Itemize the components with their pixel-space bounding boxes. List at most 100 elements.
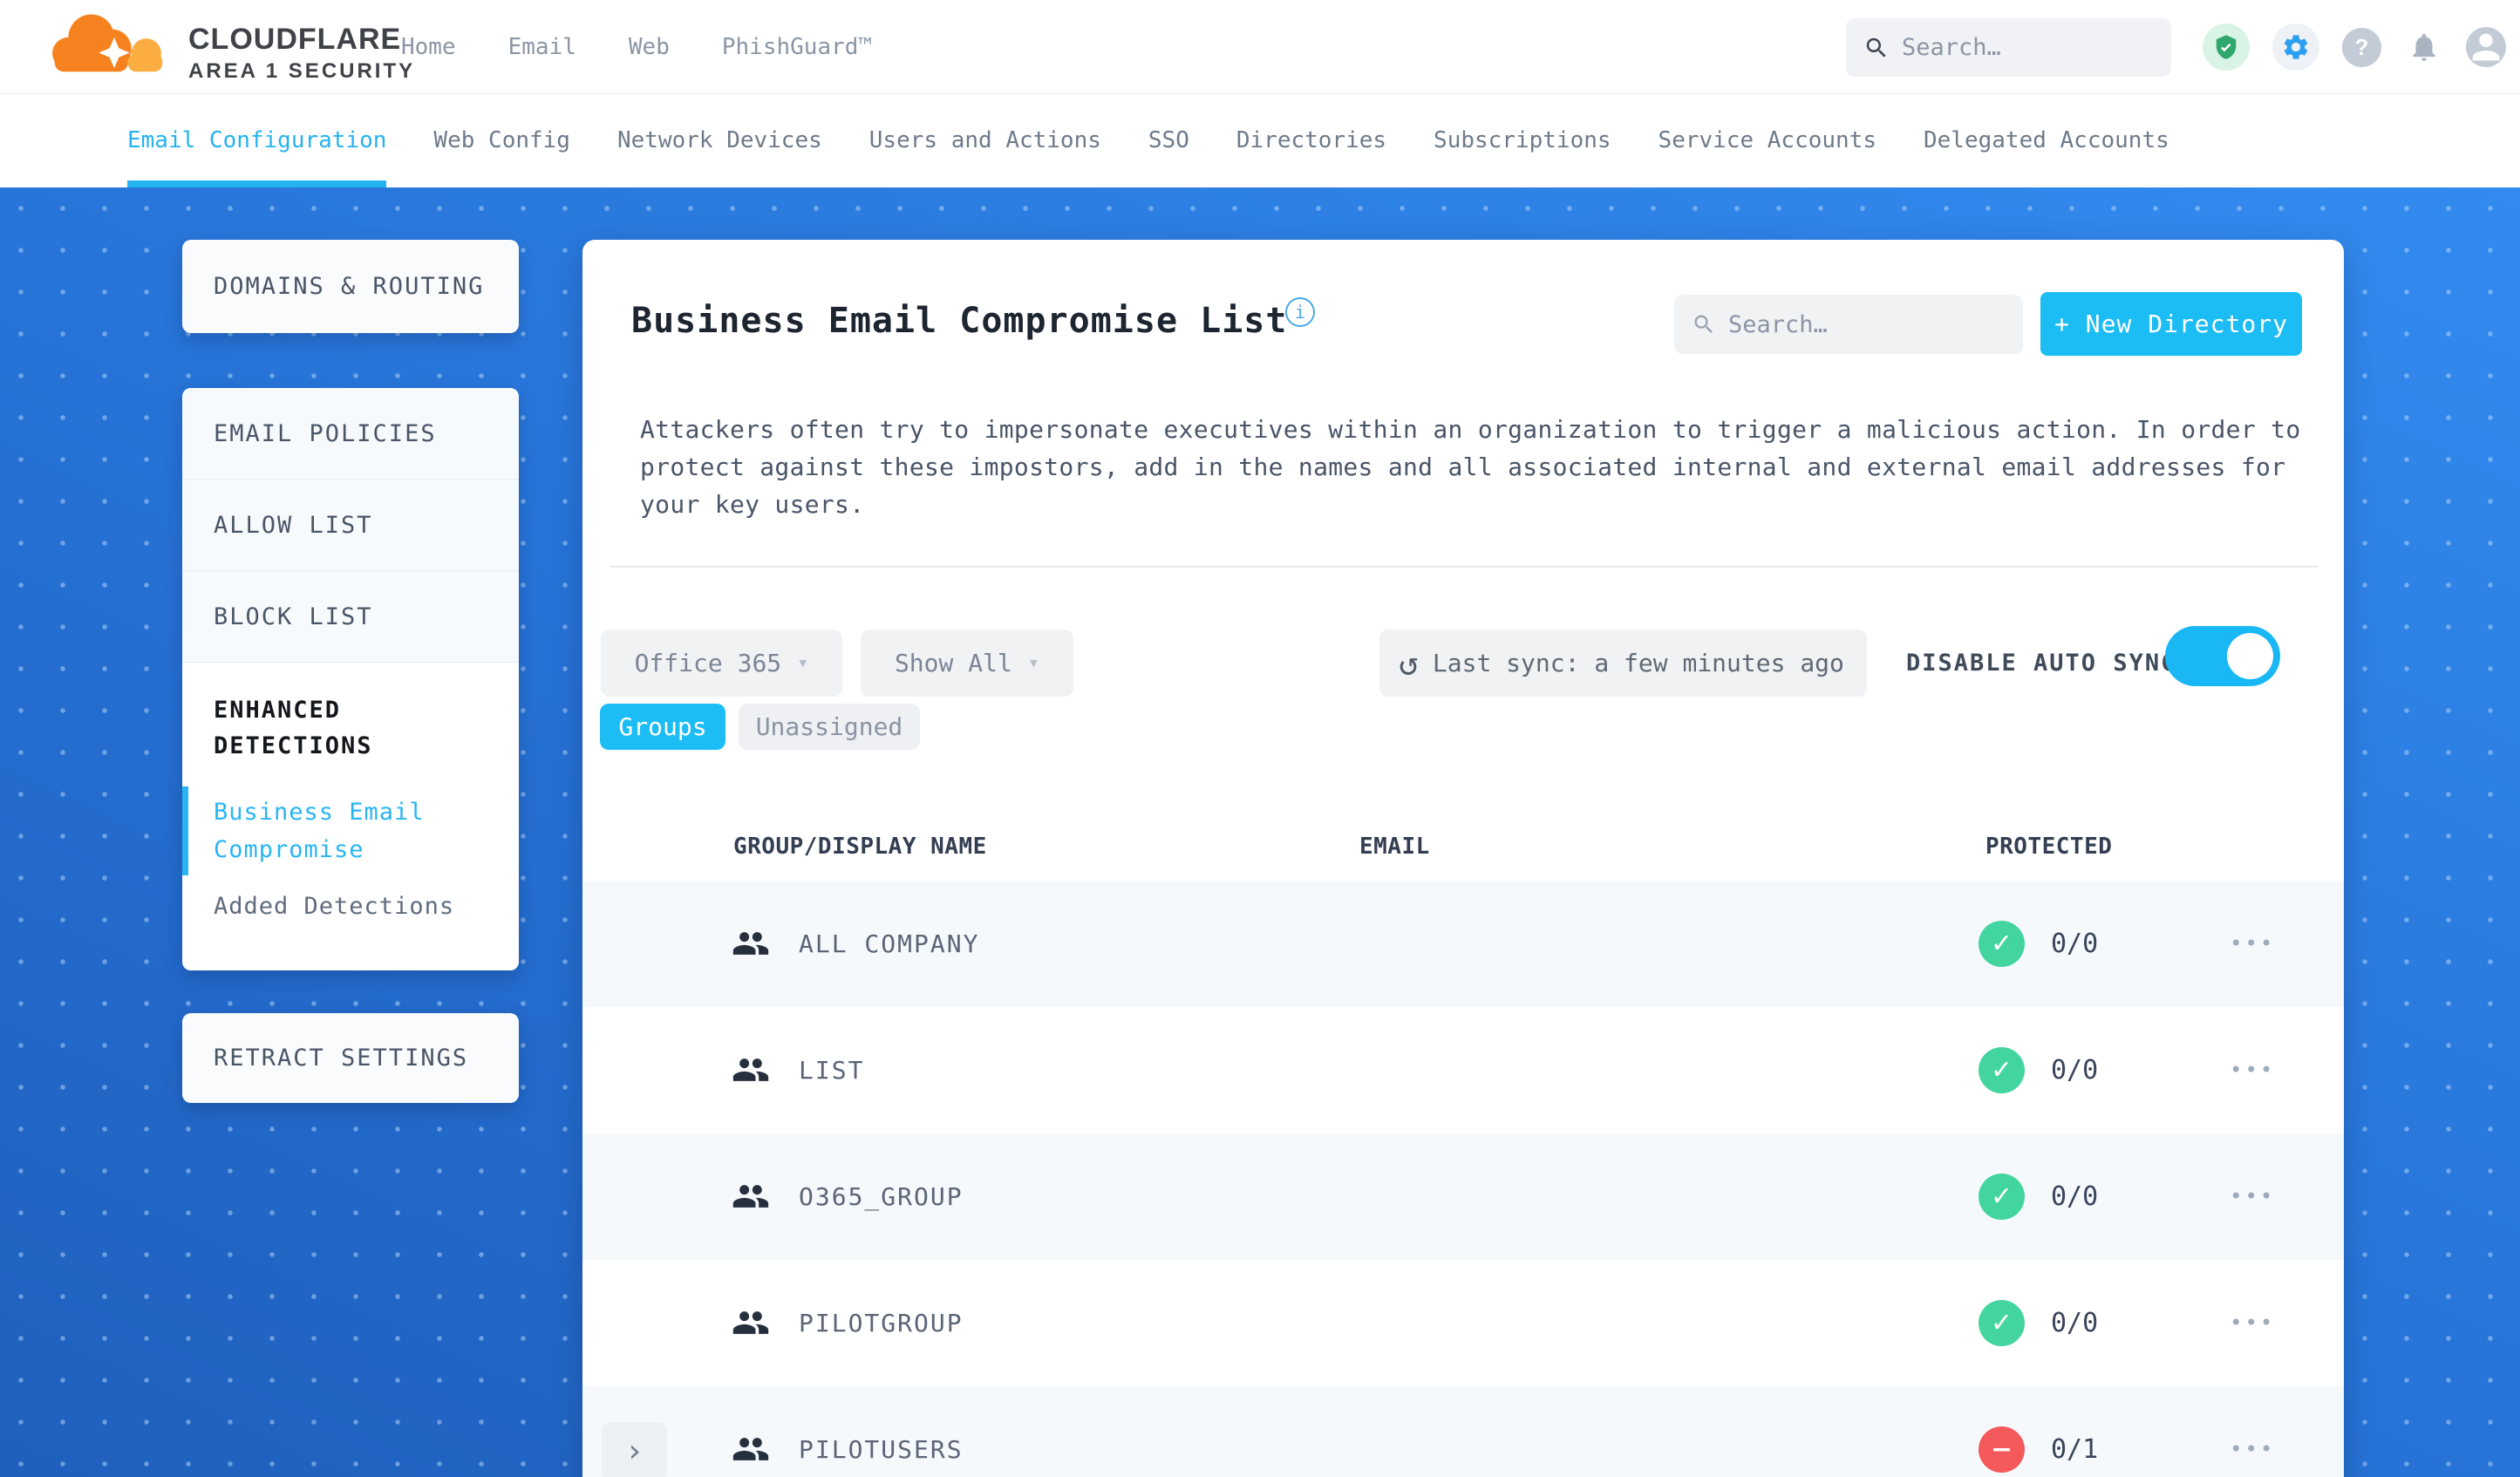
user-avatar-icon bbox=[2472, 33, 2500, 61]
allow-list-label: ALLOW LIST bbox=[214, 511, 373, 539]
block-list-label: BLOCK LIST bbox=[214, 602, 373, 630]
table-row[interactable]: LIST ✓ 0/0 ••• bbox=[582, 1007, 2344, 1133]
toggle-knob bbox=[2227, 633, 2273, 679]
group-name: PILOTUSERS bbox=[799, 1435, 964, 1464]
protected-status-icon: − bbox=[1979, 1426, 2025, 1473]
column-email: EMAIL bbox=[1359, 834, 1430, 860]
settings-icon-button[interactable] bbox=[2272, 24, 2319, 71]
table-row[interactable]: PILOTGROUP ✓ 0/0 ••• bbox=[582, 1260, 2344, 1386]
group-name: ALL COMPANY bbox=[799, 929, 980, 958]
section-divider bbox=[610, 566, 2318, 568]
row-actions-menu[interactable]: ••• bbox=[2230, 1007, 2275, 1133]
tab-service-accounts[interactable]: Service Accounts bbox=[1658, 94, 1876, 187]
help-icon-button[interactable]: ? bbox=[2342, 27, 2381, 67]
row-actions-menu[interactable]: ••• bbox=[2230, 1133, 2275, 1260]
group-name: O365_GROUP bbox=[799, 1182, 964, 1211]
area1-security-app: CLOUDFLARE AREA 1 SECURITY Home Email We… bbox=[0, 0, 2520, 1477]
enhanced-detections-heading: ENHANCED DETECTIONS bbox=[214, 697, 373, 759]
tab-users-and-actions[interactable]: Users and Actions bbox=[869, 94, 1101, 187]
global-search[interactable] bbox=[1846, 18, 2171, 77]
last-sync-label: Last sync: a few minutes ago bbox=[1432, 649, 1844, 677]
nav-item-home[interactable]: Home bbox=[401, 34, 456, 60]
protected-count: 0/0 bbox=[2051, 929, 2099, 959]
sidebar-policies-card: EMAIL POLICIES ALLOW LIST BLOCK LIST ENH… bbox=[182, 388, 519, 970]
question-icon: ? bbox=[2354, 33, 2369, 60]
brand-tagline: AREA 1 SECURITY bbox=[188, 59, 416, 83]
protected-status-icon: ✓ bbox=[1979, 1300, 2025, 1346]
column-group-display-name: GROUP/DISPLAY NAME bbox=[733, 834, 987, 860]
nav-item-phishguard[interactable]: PhishGuard™ bbox=[722, 34, 872, 60]
global-search-input[interactable] bbox=[1902, 34, 2154, 61]
row-actions-menu[interactable]: ••• bbox=[2230, 881, 2275, 1007]
sidebar-item-allow-list[interactable]: ALLOW LIST bbox=[182, 480, 519, 571]
protected-status-icon: ✓ bbox=[1979, 1174, 2025, 1220]
new-directory-button[interactable]: + New Directory bbox=[2040, 292, 2302, 356]
sidebar-item-added-detections[interactable]: Added Detections bbox=[214, 893, 487, 920]
last-sync-button[interactable]: ↺ Last sync: a few minutes ago bbox=[1379, 630, 1867, 697]
group-people-icon bbox=[728, 1177, 773, 1215]
group-name: LIST bbox=[799, 1056, 865, 1085]
sidebar-enhanced-detections-section: ENHANCED DETECTIONS Business Email Compr… bbox=[182, 663, 519, 970]
group-people-icon bbox=[728, 1051, 773, 1089]
tab-web-config[interactable]: Web Config bbox=[433, 94, 570, 187]
table-row[interactable]: › PILOTUSERS − 0/1 ••• bbox=[582, 1386, 2344, 1477]
sidebar-item-block-list[interactable]: BLOCK LIST bbox=[182, 571, 519, 663]
table-header: GROUP/DISPLAY NAME EMAIL PROTECTED bbox=[582, 826, 2344, 868]
auto-sync-toggle[interactable] bbox=[2165, 626, 2280, 686]
expand-row-button[interactable]: › bbox=[602, 1422, 667, 1477]
top-navigation: Home Email Web PhishGuard™ bbox=[401, 0, 872, 94]
sidebar-item-email-policies[interactable]: EMAIL POLICIES bbox=[182, 388, 519, 480]
directory-select-value: Office 365 bbox=[634, 649, 782, 677]
panel-search[interactable] bbox=[1674, 295, 2023, 354]
account-avatar-button[interactable] bbox=[2466, 27, 2506, 67]
bell-icon bbox=[2412, 33, 2435, 61]
cloudflare-logo-icon bbox=[52, 14, 163, 72]
group-name: PILOTGROUP bbox=[799, 1309, 964, 1337]
tab-subscriptions[interactable]: Subscriptions bbox=[1434, 94, 1611, 187]
info-icon[interactable]: i bbox=[1285, 297, 1315, 327]
directory-select[interactable]: Office 365 ▾ bbox=[601, 630, 842, 697]
sidebar-item-retract-settings[interactable]: RETRACT SETTINGS bbox=[182, 1013, 519, 1103]
section-tabs: Email Configuration Web Config Network D… bbox=[0, 94, 2520, 187]
table-row[interactable]: ALL COMPANY ✓ 0/0 ••• bbox=[582, 881, 2344, 1007]
protected-status-icon: ✓ bbox=[1979, 921, 2025, 967]
sidebar-item-domains-routing[interactable]: DOMAINS & ROUTING bbox=[182, 240, 519, 333]
content-area: DOMAINS & ROUTING EMAIL POLICIES ALLOW L… bbox=[0, 187, 2520, 1477]
tab-network-devices[interactable]: Network Devices bbox=[617, 94, 822, 187]
tab-sso[interactable]: SSO bbox=[1148, 94, 1189, 187]
retract-settings-label: RETRACT SETTINGS bbox=[214, 1045, 469, 1072]
top-bar: CLOUDFLARE AREA 1 SECURITY Home Email We… bbox=[0, 0, 2520, 94]
email-policies-label: EMAIL POLICIES bbox=[214, 419, 437, 447]
sidebar-domains-label: DOMAINS & ROUTING bbox=[214, 273, 485, 300]
protected-count: 0/1 bbox=[2051, 1434, 2099, 1465]
chevron-down-icon: ▾ bbox=[1027, 652, 1040, 674]
tab-email-configuration[interactable]: Email Configuration bbox=[127, 94, 387, 187]
business-email-compromise-panel: Business Email Compromise List i + New D… bbox=[582, 240, 2344, 1477]
row-actions-menu[interactable]: ••• bbox=[2230, 1386, 2275, 1477]
protection-status-icon[interactable] bbox=[2203, 24, 2250, 71]
group-people-icon bbox=[728, 1303, 773, 1342]
search-icon bbox=[1866, 37, 1886, 58]
auto-sync-label: DISABLE AUTO SYNC bbox=[1906, 650, 2177, 677]
search-icon bbox=[1694, 315, 1713, 333]
sidebar-item-business-email-compromise[interactable]: Business Email Compromise bbox=[182, 786, 487, 875]
protected-count: 0/0 bbox=[2051, 1308, 2099, 1338]
group-people-icon bbox=[728, 1430, 773, 1468]
table-row[interactable]: O365_GROUP ✓ 0/0 ••• bbox=[582, 1133, 2344, 1260]
page-title: Business Email Compromise List bbox=[631, 301, 1288, 341]
panel-search-input[interactable] bbox=[1728, 310, 2006, 338]
notifications-button[interactable] bbox=[2404, 28, 2443, 67]
protected-count: 0/0 bbox=[2051, 1181, 2099, 1212]
gear-icon bbox=[2284, 35, 2308, 59]
brand-text: CLOUDFLARE AREA 1 SECURITY bbox=[188, 23, 415, 84]
nav-item-email[interactable]: Email bbox=[508, 34, 576, 60]
nav-item-web[interactable]: Web bbox=[629, 34, 670, 60]
pill-groups[interactable]: Groups bbox=[600, 704, 725, 750]
pill-unassigned[interactable]: Unassigned bbox=[739, 704, 920, 750]
column-protected: PROTECTED bbox=[1985, 834, 2113, 860]
tab-directories[interactable]: Directories bbox=[1236, 94, 1386, 187]
tab-delegated-accounts[interactable]: Delegated Accounts bbox=[1924, 94, 2169, 187]
show-filter-select[interactable]: Show All ▾ bbox=[861, 630, 1073, 697]
row-actions-menu[interactable]: ••• bbox=[2230, 1260, 2275, 1386]
protected-status-icon: ✓ bbox=[1979, 1047, 2025, 1093]
